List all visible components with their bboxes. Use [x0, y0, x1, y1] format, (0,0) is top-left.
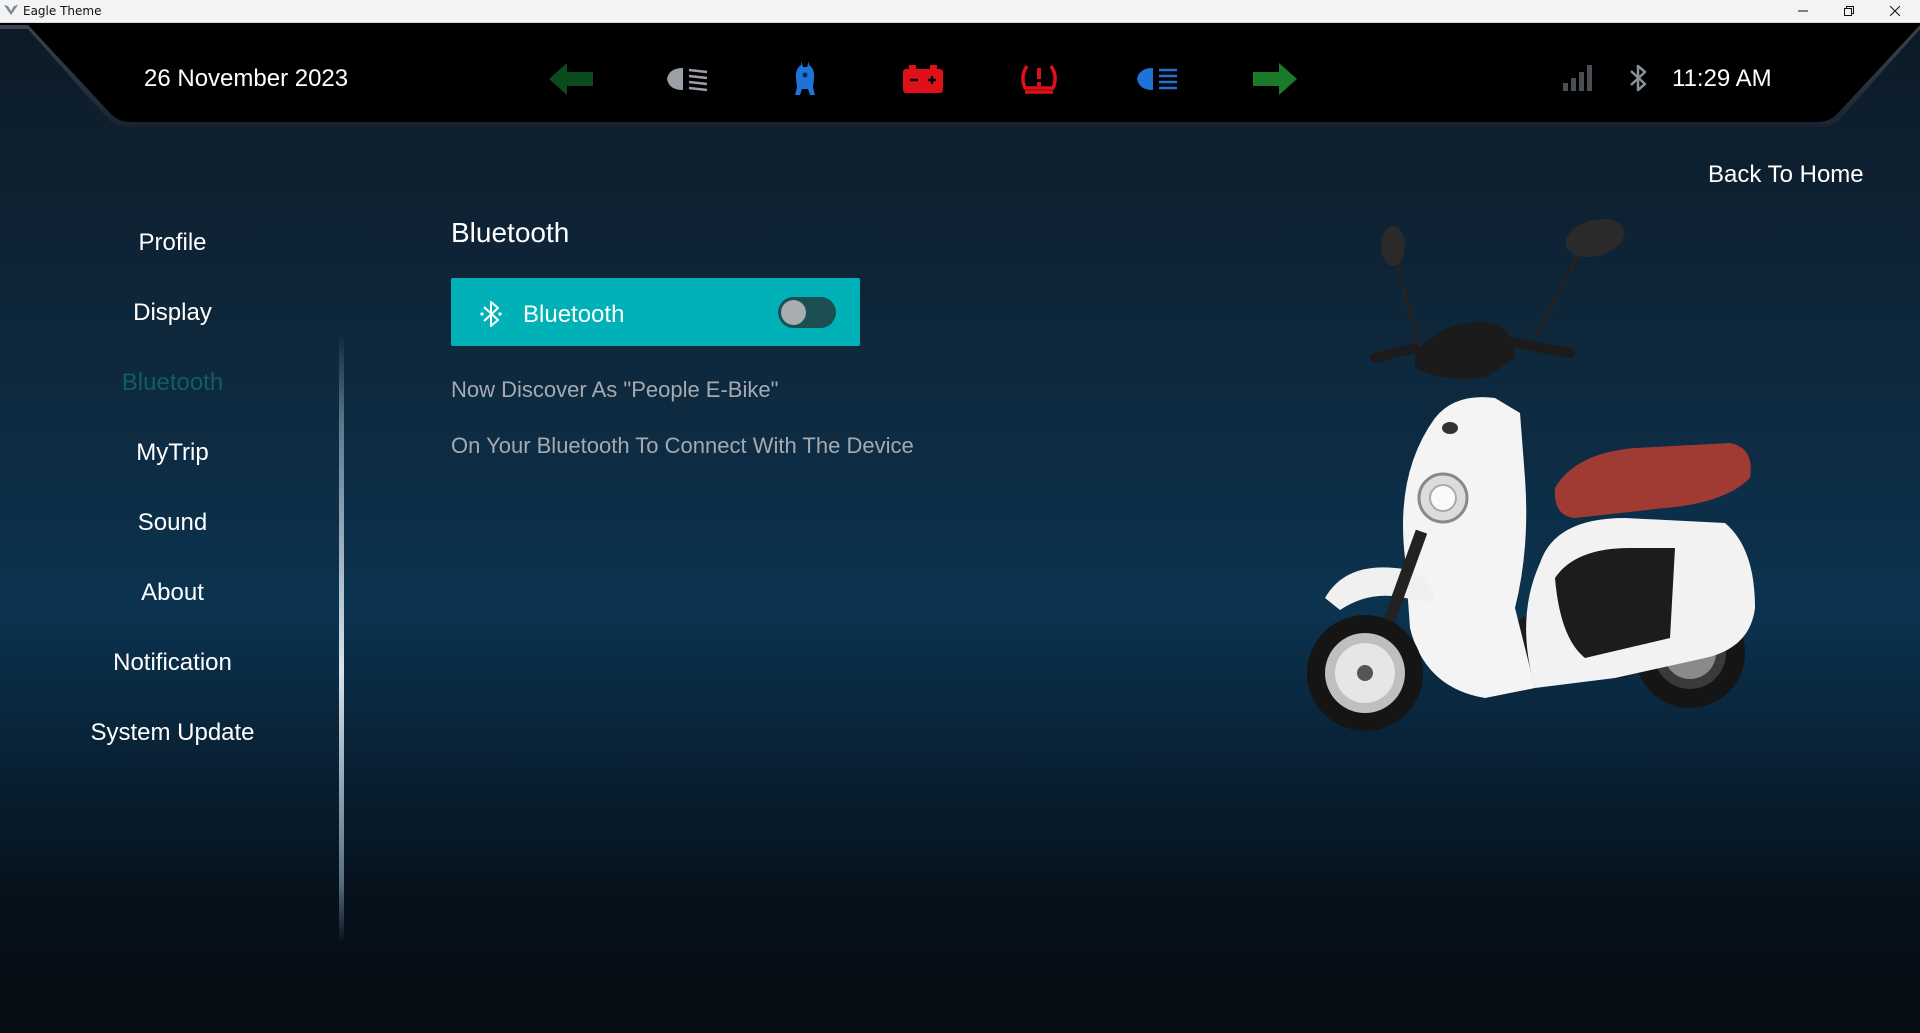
tire-pressure-warning-icon: [1016, 59, 1062, 99]
bluetooth-toggle-label: Bluetooth: [523, 301, 625, 328]
left-turn-signal-icon: [548, 59, 594, 99]
window-title: Eagle Theme: [23, 4, 102, 18]
maximize-icon: [1844, 6, 1854, 16]
minimize-button[interactable]: [1780, 0, 1826, 22]
page-title: Bluetooth: [451, 217, 570, 248]
signal-bars-icon: [1563, 65, 1593, 96]
sidebar-item-profile[interactable]: Profile: [0, 229, 345, 257]
bluetooth-icon: [1628, 63, 1650, 98]
right-turn-signal-icon: [1252, 59, 1298, 99]
bluetooth-icon: [478, 298, 506, 335]
scooter-image: [1307, 218, 1755, 731]
eagle-logo-icon: [4, 4, 18, 19]
sidebar-item-about[interactable]: About: [0, 579, 345, 607]
sidebar-divider: [339, 333, 344, 943]
sidebar-item-notification[interactable]: Notification: [0, 649, 345, 677]
sidebar-item-sound[interactable]: Sound: [0, 509, 345, 537]
close-button[interactable]: [1872, 0, 1918, 22]
high-beam-headlight-icon: [1134, 59, 1180, 99]
sidebar-item-bluetooth[interactable]: Bluetooth: [0, 369, 345, 397]
battery-warning-icon: [900, 59, 946, 99]
bluetooth-toggle-switch[interactable]: [778, 297, 836, 328]
connect-instruction-text: On Your Bluetooth To Connect With The De…: [451, 433, 914, 458]
sidebar-item-display[interactable]: Display: [0, 299, 345, 327]
bluetooth-toggle-card[interactable]: Bluetooth: [451, 278, 860, 346]
maximize-button[interactable]: [1826, 0, 1872, 22]
header-date: 26 November 2023: [144, 65, 349, 92]
kickstand-icon: [782, 59, 828, 99]
discover-name-text: Now Discover As "People E-Bike": [451, 377, 779, 402]
back-to-home-button[interactable]: Back To Home: [1708, 161, 1864, 189]
minimize-icon: [1798, 10, 1808, 12]
sidebar-item-mytrip[interactable]: MyTrip: [0, 439, 345, 467]
toggle-knob: [781, 300, 806, 325]
sidebar-item-system-update[interactable]: System Update: [0, 719, 345, 747]
close-icon: [1890, 6, 1900, 16]
low-beam-headlight-icon: [664, 59, 710, 99]
app-window: 26 November 2023 11:29 AM Back To Home P…: [0, 23, 1920, 1033]
header-time: 11:29 AM: [1672, 65, 1772, 92]
window-titlebar: Eagle Theme: [0, 0, 1920, 23]
